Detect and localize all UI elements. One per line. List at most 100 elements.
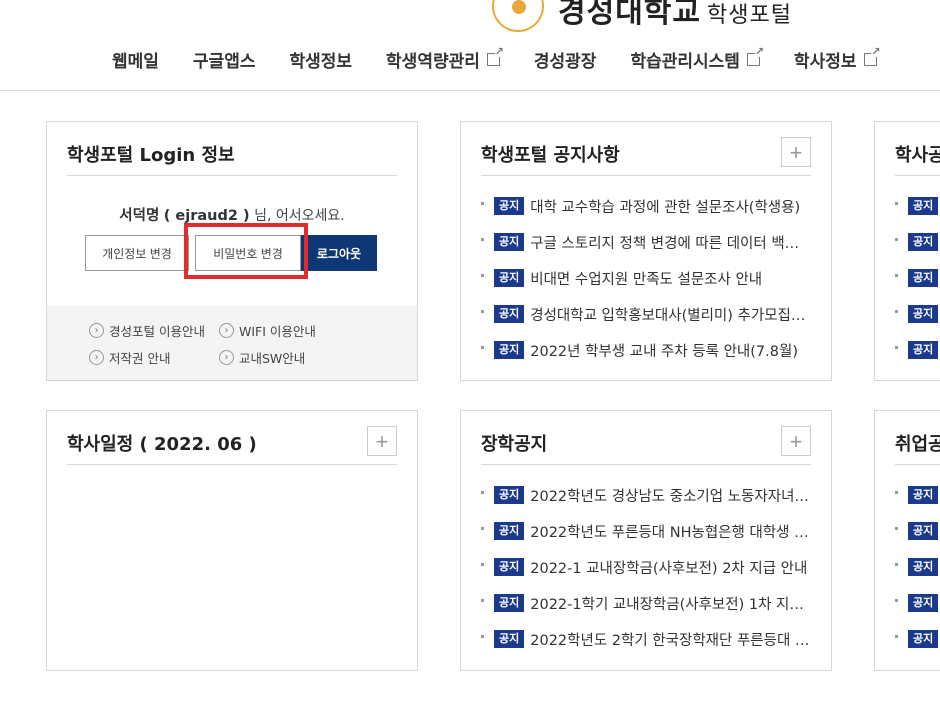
notice-title: 경성대학교 입학홍보대사(별리미) 추가모집… [530, 307, 806, 324]
notice-list: 공지 공지 공지 공지 공지 [895, 188, 940, 368]
nav-label: 웹메일 [112, 52, 159, 72]
scholarship-item[interactable]: 공지 2022-1 교내장학금(사후보전) 2차 지급 안내 [481, 549, 811, 585]
welcome-message: 서덕명 ( ejraud2 ) 님, 어서오세요. [47, 204, 417, 225]
notice-title: 2022학년도 경상남도 중소기업 노동자자녀… [530, 488, 809, 505]
guide-wifi-link[interactable]: › WIFI 이용안내 [219, 321, 316, 340]
notice-item[interactable]: 공지 비대면 수업지원 만족도 설문조사 안내 [481, 260, 811, 296]
plus-icon: + [375, 428, 389, 454]
academic-notice-panel: 학사공 공지 공지 공지 공지 공지 [874, 121, 940, 381]
schedule-panel: 학사일정 ( 2022. 06 ) + [46, 410, 418, 671]
main-navigation: 웹메일 구글앱스 학생정보 학생역량관리 경성광장 학습관리시스템 학사정보 [112, 46, 911, 72]
nav-label: 학생역량관리 [386, 52, 480, 72]
scholarship-list: 공지 2022학년도 경상남도 중소기업 노동자자녀… 공지 2022학년도 푸른등… [481, 477, 811, 657]
plus-icon: + [789, 139, 803, 165]
nav-competency[interactable]: 학생역량관리 [386, 46, 504, 72]
panel-divider [67, 175, 397, 176]
nav-lms[interactable]: 학습관리시스템 [630, 46, 764, 72]
nav-label: 학사정보 [793, 52, 857, 72]
notice-item[interactable]: 공지 [895, 549, 940, 585]
notice-badge: 공지 [908, 557, 939, 577]
scholarship-item[interactable]: 공지 2022-1학기 교내장학금(사후보전) 1차 지… [481, 585, 811, 621]
logout-button[interactable]: 로그아웃 [301, 235, 377, 271]
greeting-text: 님, 어서오세요. [254, 208, 345, 224]
notice-list: 공지 대학 교수학습 과정에 관한 설문조사(학생용) 공지 구글 스토리지 정책 … [481, 188, 811, 368]
nav-google-apps[interactable]: 구글앱스 [193, 47, 256, 72]
guide-software-link[interactable]: › 교내SW안내 [219, 348, 305, 367]
notice-title: 2022-1 교내장학금(사후보전) 2차 지급 안내 [530, 560, 808, 577]
nav-webmail[interactable]: 웹메일 [112, 47, 159, 72]
portal-notice-panel: 학생포털 공지사항 + 공지 대학 교수학습 과정에 관한 설문조사(학생용) 공… [460, 121, 832, 381]
employment-notice-panel: 취업공 공지 공지 공지 공지 공지 [874, 410, 940, 671]
notice-badge: 공지 [908, 304, 939, 324]
guide-label: 경성포털 이용안내 [109, 324, 205, 339]
guide-portal-link[interactable]: › 경성포털 이용안내 [89, 321, 205, 340]
notice-badge: 공지 [494, 557, 525, 577]
highlight-box [184, 223, 308, 279]
guide-links: › 경성포털 이용안내 › WIFI 이용안내 › 저작권 안내 › 교내SW안내 [47, 306, 417, 380]
notice-item[interactable]: 공지 대학 교수학습 과정에 관한 설문조사(학생용) [481, 188, 811, 224]
notice-badge: 공지 [494, 521, 525, 541]
nav-academic-info[interactable]: 학사정보 [793, 46, 881, 72]
employment-panel-title: 취업공 [895, 434, 940, 455]
scholarship-panel: 장학공지 + 공지 2022학년도 경상남도 중소기업 노동자자녀… 공지 2022… [460, 410, 832, 671]
scholarship-item[interactable]: 공지 2022학년도 경상남도 중소기업 노동자자녀… [481, 477, 811, 513]
notice-item[interactable]: 공지 [895, 188, 940, 224]
notice-item[interactable]: 공지 [895, 224, 940, 260]
more-schedule-button[interactable]: + [367, 426, 397, 456]
nav-student-info[interactable]: 학생정보 [289, 47, 352, 72]
notice-item[interactable]: 공지 [895, 296, 940, 332]
chevron-right-icon: › [219, 350, 234, 365]
notice-badge: 공지 [494, 340, 525, 360]
notice-title: 2022-1학기 교내장학금(사후보전) 1차 지… [530, 596, 804, 613]
notice-title: 2022학년도 2학기 한국장학재단 푸른등대 … [530, 632, 810, 649]
scholarship-panel-title: 장학공지 [481, 434, 548, 455]
panel-divider [895, 175, 940, 176]
notice-badge: 공지 [908, 232, 939, 252]
scholarship-item[interactable]: 공지 2022학년도 2학기 한국장학재단 푸른등대 … [481, 621, 811, 657]
site-logo[interactable]: 경성대학교 학생포털 [492, 0, 792, 32]
nav-label: 학습관리시스템 [630, 52, 740, 72]
scholarship-item[interactable]: 공지 2022학년도 푸른등대 NH농협은행 대학생 … [481, 513, 811, 549]
notice-badge: 공지 [494, 629, 525, 649]
notice-badge: 공지 [494, 268, 525, 288]
notice-title: 2022년 학부생 교내 주차 등록 안내(7.8월) [530, 343, 798, 360]
notice-title: 구글 스토리지 정책 변경에 따른 데이터 백… [530, 235, 800, 252]
notice-item[interactable]: 공지 [895, 513, 940, 549]
header-divider [0, 90, 940, 91]
notice-item[interactable]: 공지 [895, 477, 940, 513]
login-panel: 학생포털 Login 정보 서덕명 ( ejraud2 ) 님, 어서오세요. … [46, 121, 418, 381]
nav-label: 경성광장 [533, 52, 597, 72]
guide-label: WIFI 이용안내 [239, 324, 316, 339]
notice-badge: 공지 [908, 521, 939, 541]
nav-label: 구글앱스 [192, 52, 256, 72]
notice-panel-title: 학생포털 공지사항 [481, 145, 620, 166]
more-scholarship-button[interactable]: + [781, 426, 811, 456]
guide-label: 저작권 안내 [109, 351, 171, 366]
notice-item[interactable]: 공지 2022년 학부생 교내 주차 등록 안내(7.8월) [481, 332, 811, 368]
logo-title: 경성대학교 [558, 0, 701, 30]
more-notices-button[interactable]: + [781, 137, 811, 167]
notice-item[interactable]: 공지 경성대학교 입학홍보대사(별리미) 추가모집… [481, 296, 811, 332]
panel-divider [67, 464, 397, 465]
user-id: ( ejraud2 ) [163, 208, 250, 224]
notice-item[interactable]: 공지 구글 스토리지 정책 변경에 따른 데이터 백… [481, 224, 811, 260]
edit-profile-button[interactable]: 개인정보 변경 [85, 235, 189, 271]
notice-badge: 공지 [908, 268, 939, 288]
plus-icon: + [789, 428, 803, 454]
notice-item[interactable]: 공지 [895, 585, 940, 621]
guide-copyright-link[interactable]: › 저작권 안내 [89, 348, 170, 367]
nav-plaza[interactable]: 경성광장 [534, 47, 597, 72]
notice-title: 2022학년도 푸른등대 NH농협은행 대학생 … [530, 524, 809, 541]
user-name: 서덕명 [119, 208, 160, 224]
notice-badge: 공지 [494, 593, 525, 613]
chevron-right-icon: › [89, 323, 104, 338]
academic-panel-title: 학사공 [895, 145, 940, 166]
notice-item[interactable]: 공지 [895, 332, 940, 368]
notice-badge: 공지 [494, 232, 525, 252]
external-link-icon [486, 46, 504, 66]
login-panel-title: 학생포털 Login 정보 [67, 145, 235, 166]
notice-badge: 공지 [908, 629, 939, 649]
notice-item[interactable]: 공지 [895, 260, 940, 296]
notice-item[interactable]: 공지 [895, 621, 940, 657]
schedule-panel-title: 학사일정 ( 2022. 06 ) [67, 434, 257, 455]
